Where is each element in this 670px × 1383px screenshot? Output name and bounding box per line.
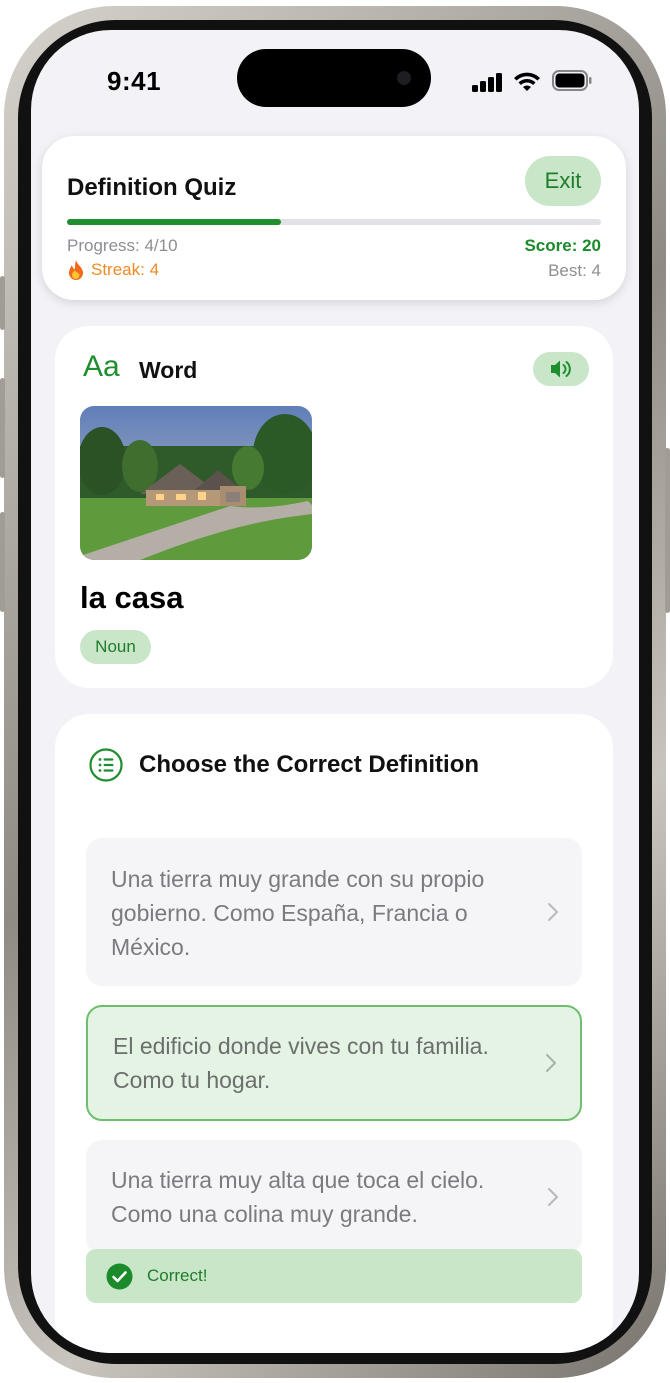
best-score-text: Best: 4: [548, 261, 601, 280]
checkmark-circle-icon: [106, 1263, 133, 1290]
dynamic-island: [237, 49, 431, 107]
status-bar: 9:41: [31, 30, 639, 130]
power-button: [665, 448, 670, 613]
progress-bar: [67, 219, 601, 225]
option-line: Como tu hogar.: [113, 1067, 271, 1093]
streak-text: Streak: 4: [91, 260, 160, 279]
wifi-icon: [514, 72, 540, 91]
word-label: Word: [139, 357, 198, 383]
definition-option-text: Una tierra muy grande con su propio gobi…: [111, 862, 521, 964]
progress-bar-fill: [67, 219, 281, 225]
action-button: [0, 276, 5, 330]
word-text: la casa: [80, 580, 184, 615]
flame-icon: [69, 260, 83, 280]
option-line: El edificio donde vives con tu familia.: [113, 1033, 489, 1059]
volume-up-button: [0, 378, 5, 478]
house-image: [80, 406, 312, 560]
definition-option-2[interactable]: El edificio donde vives con tu familia. …: [86, 1005, 582, 1121]
feedback-text: Correct!: [147, 1266, 208, 1285]
definition-quiz-card: Choose the Correct Definition Una tierra…: [55, 714, 613, 1353]
streak-indicator: Streak: 4: [67, 260, 159, 280]
definition-option-text: El edificio donde vives con tu familia. …: [113, 1029, 523, 1097]
text-size-icon: Aa: [83, 350, 120, 383]
definition-option-text: Una tierra muy alta que toca el cielo. C…: [111, 1163, 521, 1231]
feedback-banner: Correct!: [86, 1249, 582, 1303]
quiz-title: Definition Quiz: [67, 174, 237, 201]
word-card: Aa Word la casa Noun: [55, 326, 613, 688]
chevron-right-icon: [548, 1188, 558, 1206]
volume-down-button: [0, 512, 5, 612]
list-icon: [89, 748, 123, 782]
battery-icon: [552, 70, 592, 91]
option-line: Una tierra muy grande con su propio: [111, 866, 485, 892]
option-line: Como una colina muy grande.: [111, 1201, 418, 1227]
chevron-right-icon: [546, 1054, 556, 1072]
option-line: México.: [111, 934, 191, 960]
part-of-speech-badge: Noun: [80, 630, 151, 664]
chevron-right-icon: [548, 903, 558, 921]
definition-option-3[interactable]: Una tierra muy alta que toca el cielo. C…: [86, 1140, 582, 1254]
status-time: 9:41: [107, 66, 162, 96]
front-camera: [397, 71, 411, 85]
cellular-signal-icon: [472, 72, 504, 92]
score-text: Score: 20: [524, 236, 601, 255]
progress-text: Progress: 4/10: [67, 236, 178, 255]
quiz-header-card: Definition Quiz Exit Progress: 4/10 Scor…: [42, 136, 626, 300]
definition-option-1[interactable]: Una tierra muy grande con su propio gobi…: [86, 838, 582, 986]
screen: 9:41 Definition Quiz Exit Progress: 4/10…: [31, 30, 639, 1353]
exit-button[interactable]: Exit: [525, 156, 601, 206]
quiz-heading: Choose the Correct Definition: [139, 751, 480, 778]
speaker-icon: [551, 360, 571, 378]
option-line: Una tierra muy alta que toca el cielo.: [111, 1167, 485, 1193]
pronounce-button[interactable]: [533, 352, 589, 386]
option-line: gobierno. Como España, Francia o: [111, 900, 468, 926]
